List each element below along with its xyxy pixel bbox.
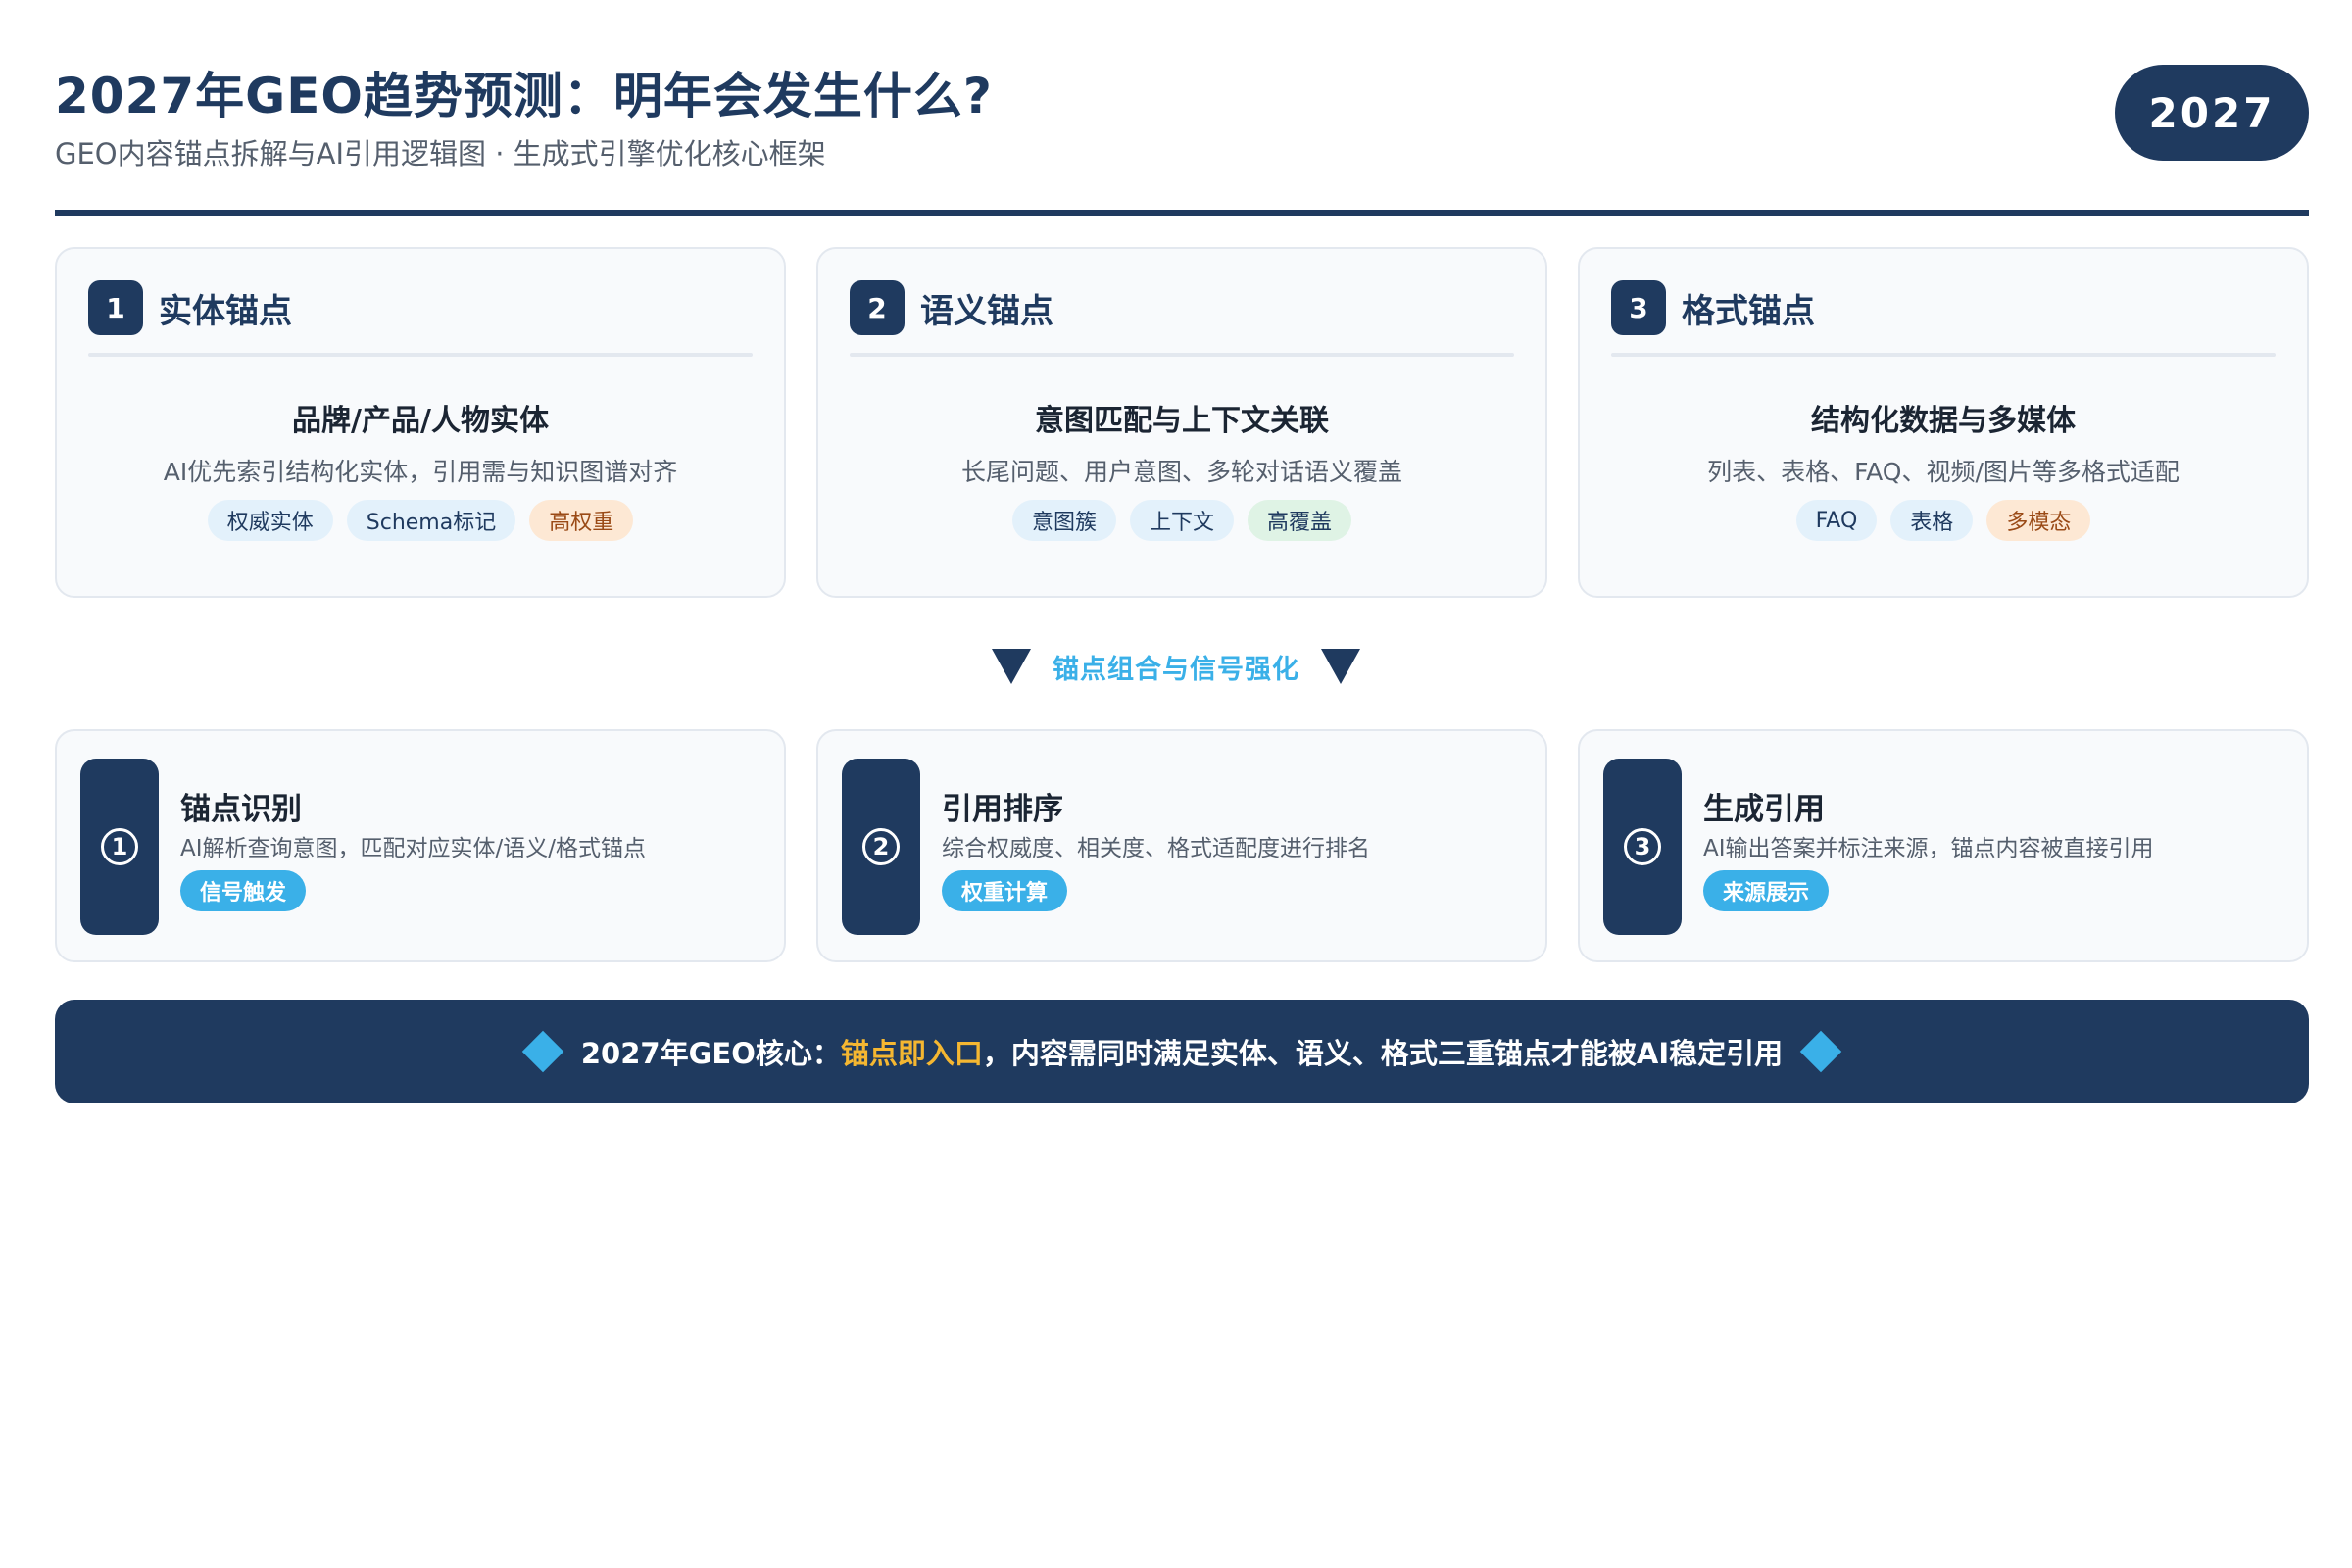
summary-suffix: ，内容需同时满足实体、语义、格式三重锚点才能被AI稳定引用 bbox=[982, 1037, 1784, 1070]
anchor-card-entity: 1 实体锚点 品牌/产品/人物实体 AI优先索引结构化实体，引用需与知识图谱对齐… bbox=[55, 247, 786, 598]
diamond-icon bbox=[1799, 1030, 1842, 1073]
tag-row: 意图簇 上下文 高覆盖 bbox=[818, 500, 1545, 541]
card-number-badge: 1 bbox=[88, 280, 143, 335]
step-number-bar: 2 bbox=[842, 759, 920, 935]
anchor-cards: 1 实体锚点 品牌/产品/人物实体 AI优先索引结构化实体，引用需与知识图谱对齐… bbox=[55, 247, 2309, 602]
card-title: 语义锚点 bbox=[920, 291, 1054, 331]
card-divider bbox=[88, 353, 753, 357]
step-title: 生成引用 bbox=[1703, 792, 1825, 827]
card-number-badge: 2 bbox=[850, 280, 905, 335]
diamond-icon bbox=[521, 1030, 564, 1073]
page-subtitle: GEO内容锚点拆解与AI引用逻辑图 · 生成式引擎优化核心框架 bbox=[55, 137, 826, 171]
tag: 高权重 bbox=[529, 500, 634, 541]
tag: 多模态 bbox=[1986, 500, 2091, 541]
step-number-bar: 1 bbox=[80, 759, 159, 935]
step-tag: 来源展示 bbox=[1703, 870, 1830, 911]
summary-prefix: 2027年GEO核心： bbox=[580, 1037, 841, 1070]
step-cards: 1 锚点识别 AI解析查询意图，匹配对应实体/语义/格式锚点 信号触发 2 引用… bbox=[55, 729, 2309, 964]
step-title: 锚点识别 bbox=[180, 792, 302, 827]
step-card-recognition: 1 锚点识别 AI解析查询意图，匹配对应实体/语义/格式锚点 信号触发 bbox=[55, 729, 786, 962]
summary-highlight: 锚点即入口 bbox=[840, 1037, 983, 1070]
tag: 意图簇 bbox=[1011, 500, 1116, 541]
card-title: 实体锚点 bbox=[159, 291, 292, 331]
card-header: 2 语义锚点 bbox=[850, 280, 1514, 335]
card-description: 列表、表格、FAQ、视频/图片等多格式适配 bbox=[1707, 458, 2180, 486]
flow-connector: 锚点组合与信号强化 bbox=[0, 637, 2352, 696]
card-number-badge: 3 bbox=[1611, 280, 1666, 335]
card-description: AI优先索引结构化实体，引用需与知识图谱对齐 bbox=[163, 458, 678, 486]
step-tag: 权重计算 bbox=[942, 870, 1068, 911]
summary-text: 2027年GEO核心：锚点即入口，内容需同时满足实体、语义、格式三重锚点才能被A… bbox=[581, 1031, 1783, 1072]
triangle-down-icon bbox=[1321, 649, 1360, 684]
card-header: 1 实体锚点 bbox=[88, 280, 753, 335]
card-description: 长尾问题、用户意图、多轮对话语义覆盖 bbox=[960, 458, 1402, 486]
card-heading: 品牌/产品/人物实体 bbox=[292, 404, 549, 438]
card-divider bbox=[1611, 353, 2276, 357]
page: 2027年GEO趋势预测：明年会发生什么? GEO内容锚点拆解与AI引用逻辑图 … bbox=[0, 0, 2352, 1568]
tag: 高覆盖 bbox=[1248, 500, 1352, 541]
step-title: 引用排序 bbox=[942, 792, 1063, 827]
tag-row: 权威实体 Schema标记 高权重 bbox=[57, 500, 784, 541]
step-description: 综合权威度、相关度、格式适配度进行排名 bbox=[942, 836, 1370, 861]
card-title: 格式锚点 bbox=[1682, 291, 1815, 331]
card-header: 3 格式锚点 bbox=[1611, 280, 2276, 335]
tag: 表格 bbox=[1890, 500, 1974, 541]
connector-label: 锚点组合与信号强化 bbox=[1053, 654, 1299, 685]
step-number: 2 bbox=[862, 828, 900, 865]
card-heading: 结构化数据与多媒体 bbox=[1811, 404, 2076, 438]
header-divider bbox=[55, 210, 2309, 216]
summary-banner: 2027年GEO核心：锚点即入口，内容需同时满足实体、语义、格式三重锚点才能被A… bbox=[55, 1000, 2309, 1103]
tag-row: FAQ 表格 多模态 bbox=[1580, 500, 2307, 541]
step-number: 1 bbox=[101, 828, 138, 865]
triangle-down-icon bbox=[992, 649, 1031, 684]
step-number: 3 bbox=[1624, 828, 1661, 865]
step-number-bar: 3 bbox=[1603, 759, 1682, 935]
tag: Schema标记 bbox=[346, 500, 516, 541]
tag: FAQ bbox=[1795, 500, 1878, 541]
step-tag: 信号触发 bbox=[180, 870, 307, 911]
step-description: AI解析查询意图，匹配对应实体/语义/格式锚点 bbox=[180, 836, 647, 861]
anchor-card-format: 3 格式锚点 结构化数据与多媒体 列表、表格、FAQ、视频/图片等多格式适配 F… bbox=[1578, 247, 2309, 598]
card-divider bbox=[850, 353, 1514, 357]
card-heading: 意图匹配与上下文关联 bbox=[1035, 404, 1329, 438]
page-title: 2027年GEO趋势预测：明年会发生什么? bbox=[55, 68, 993, 124]
step-card-ranking: 2 引用排序 综合权威度、相关度、格式适配度进行排名 权重计算 bbox=[816, 729, 1547, 962]
step-card-citation: 3 生成引用 AI输出答案并标注来源，锚点内容被直接引用 来源展示 bbox=[1578, 729, 2309, 962]
step-description: AI输出答案并标注来源，锚点内容被直接引用 bbox=[1703, 836, 2154, 861]
year-badge: 2027 bbox=[2115, 65, 2309, 161]
anchor-card-semantic: 2 语义锚点 意图匹配与上下文关联 长尾问题、用户意图、多轮对话语义覆盖 意图簇… bbox=[816, 247, 1547, 598]
tag: 权威实体 bbox=[207, 500, 333, 541]
tag: 上下文 bbox=[1129, 500, 1234, 541]
